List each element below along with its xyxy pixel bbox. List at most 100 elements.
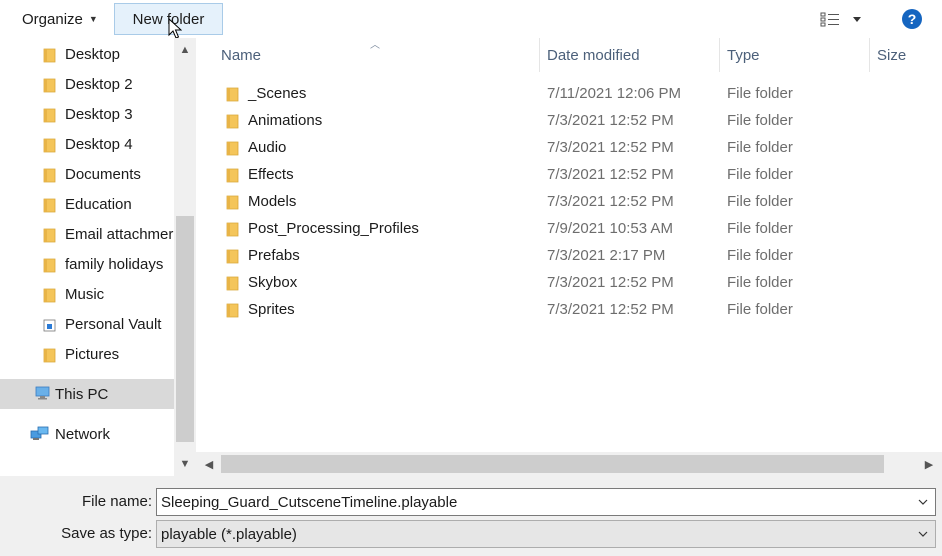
date-modified-cell: 7/3/2021 12:52 PM — [547, 112, 674, 129]
column-header-name[interactable]: Name — [221, 38, 261, 72]
column-name-label: Name — [221, 46, 262, 64]
file-name-cell: Sprites — [248, 301, 295, 318]
nav-item[interactable]: Pictures — [0, 339, 174, 369]
this-pc-icon — [35, 386, 51, 404]
date-modified-cell: 7/9/2021 10:53 AM — [547, 220, 673, 237]
scroll-right-arrow-icon[interactable]: ▶ — [918, 452, 940, 476]
column-date-label: Date modified — [547, 46, 640, 64]
file-row[interactable]: Effects 7/3/2021 12:52 PM File folder — [206, 161, 942, 188]
column-type-label: Type — [727, 46, 760, 64]
nav-item[interactable]: Desktop 3 — [0, 99, 174, 129]
file-row[interactable]: Post_Processing_Profiles 7/9/2021 10:53 A… — [206, 215, 942, 242]
file-row[interactable]: Skybox 7/3/2021 12:52 PM File folder — [206, 269, 942, 296]
view-options-button[interactable] — [820, 6, 872, 32]
folder-icon — [43, 228, 56, 243]
column-size-label: Size — [877, 46, 907, 64]
column-header-type[interactable]: Type — [727, 38, 760, 72]
nav-item[interactable]: Desktop — [0, 39, 174, 69]
organize-label: Organize — [22, 10, 83, 28]
column-divider[interactable] — [719, 38, 720, 72]
save-as-type-value: playable (*.playable) — [161, 525, 297, 543]
folder-icon — [43, 258, 56, 273]
save-as-type-select[interactable]: playable (*.playable) — [156, 520, 936, 548]
file-list-horizontal-scrollbar[interactable]: ◀ ▶ — [196, 452, 942, 476]
file-name-cell: Skybox — [248, 274, 298, 291]
scroll-down-arrow-icon[interactable]: ▼ — [174, 454, 196, 474]
nav-item-label: Email attachmer — [65, 225, 174, 243]
folder-icon — [226, 276, 239, 291]
folder-icon — [43, 47, 57, 67]
folder-icon — [226, 168, 239, 183]
scroll-up-arrow-icon[interactable]: ▲ — [174, 40, 196, 60]
save-options-panel: File name: Sleeping_Guard_CutsceneTimeli… — [0, 476, 942, 556]
nav-item[interactable]: family holidays — [0, 249, 174, 279]
folder-icon — [43, 48, 56, 63]
view-options-icon — [820, 12, 839, 27]
folder-icon — [226, 303, 239, 318]
folder-icon — [226, 86, 240, 106]
nav-scroll-thumb[interactable] — [176, 216, 194, 442]
nav-item-label: Desktop 4 — [65, 135, 133, 153]
file-name-value: Sleeping_Guard_CutsceneTimeline.playable — [161, 493, 458, 511]
file-row[interactable]: Models 7/3/2021 12:52 PM File folder — [206, 188, 942, 215]
column-header-size[interactable]: Size — [877, 38, 906, 72]
caret-down-icon: ▼ — [88, 14, 98, 24]
new-folder-button[interactable]: New folder — [114, 3, 223, 35]
folder-icon — [226, 302, 240, 322]
type-cell: File folder — [727, 85, 793, 102]
horizontal-scroll-thumb[interactable] — [221, 455, 884, 473]
folder-icon — [43, 168, 56, 183]
file-row[interactable]: Audio 7/3/2021 12:52 PM File folder — [206, 134, 942, 161]
date-modified-cell: 7/3/2021 12:52 PM — [547, 274, 674, 291]
nav-item-network[interactable]: Network — [0, 419, 174, 449]
folder-icon — [43, 197, 57, 217]
column-divider[interactable] — [539, 38, 540, 72]
nav-item[interactable]: Documents — [0, 159, 174, 189]
nav-item-label: Pictures — [65, 345, 120, 363]
nav-vertical-scrollbar[interactable]: ▲ ▼ — [174, 38, 196, 476]
nav-item[interactable]: Desktop 2 — [0, 69, 174, 99]
new-folder-label: New folder — [132, 10, 205, 28]
folder-icon — [226, 140, 240, 160]
folder-icon — [43, 137, 57, 157]
date-modified-cell: 7/3/2021 12:52 PM — [547, 139, 674, 156]
nav-item[interactable]: Email attachmer — [0, 219, 174, 249]
chevron-down-icon[interactable] — [917, 496, 929, 508]
type-cell: File folder — [727, 247, 793, 264]
nav-item-label: Documents — [65, 165, 141, 183]
folder-icon — [43, 138, 56, 153]
file-name-cell: Prefabs — [248, 247, 300, 264]
folder-icon — [43, 348, 56, 363]
nav-item[interactable]: Desktop 4 — [0, 129, 174, 159]
type-cell: File folder — [727, 112, 793, 129]
nav-item[interactable]: Music — [0, 279, 174, 309]
chevron-down-icon[interactable] — [917, 528, 929, 540]
scroll-left-arrow-icon[interactable]: ◀ — [198, 452, 220, 476]
file-row[interactable]: _Scenes 7/11/2021 12:06 PM File folder — [206, 80, 942, 107]
organize-menu-button[interactable]: Organize ▼ — [12, 4, 108, 34]
folder-icon — [43, 77, 57, 97]
file-row[interactable]: Animations 7/3/2021 12:52 PM File folder — [206, 107, 942, 134]
file-row[interactable]: Sprites 7/3/2021 12:52 PM File folder — [206, 296, 942, 323]
date-modified-cell: 7/3/2021 12:52 PM — [547, 166, 674, 183]
folder-icon — [43, 257, 57, 277]
folder-icon — [226, 249, 239, 264]
help-icon[interactable]: ? — [902, 9, 922, 29]
file-name-cell: Models — [248, 193, 297, 210]
network-icon — [30, 425, 50, 447]
file-name-cell: Post_Processing_Profiles — [248, 220, 419, 237]
file-row[interactable]: Prefabs 7/3/2021 2:17 PM File folder — [206, 242, 942, 269]
file-name-input[interactable]: Sleeping_Guard_CutsceneTimeline.playable — [156, 488, 936, 516]
folder-icon — [43, 198, 56, 213]
folder-icon — [226, 195, 239, 210]
nav-item[interactable]: Personal Vault — [0, 309, 174, 339]
type-cell: File folder — [727, 139, 793, 156]
nav-item[interactable]: Education — [0, 189, 174, 219]
file-name-cell: Audio — [248, 139, 287, 156]
folder-icon — [226, 87, 239, 102]
nav-item-this-pc[interactable]: This PC — [0, 379, 174, 409]
column-divider[interactable] — [869, 38, 870, 72]
sort-ascending-icon: ︿ — [370, 40, 380, 51]
column-header-date[interactable]: Date modified — [547, 38, 640, 72]
folder-icon — [43, 347, 57, 367]
